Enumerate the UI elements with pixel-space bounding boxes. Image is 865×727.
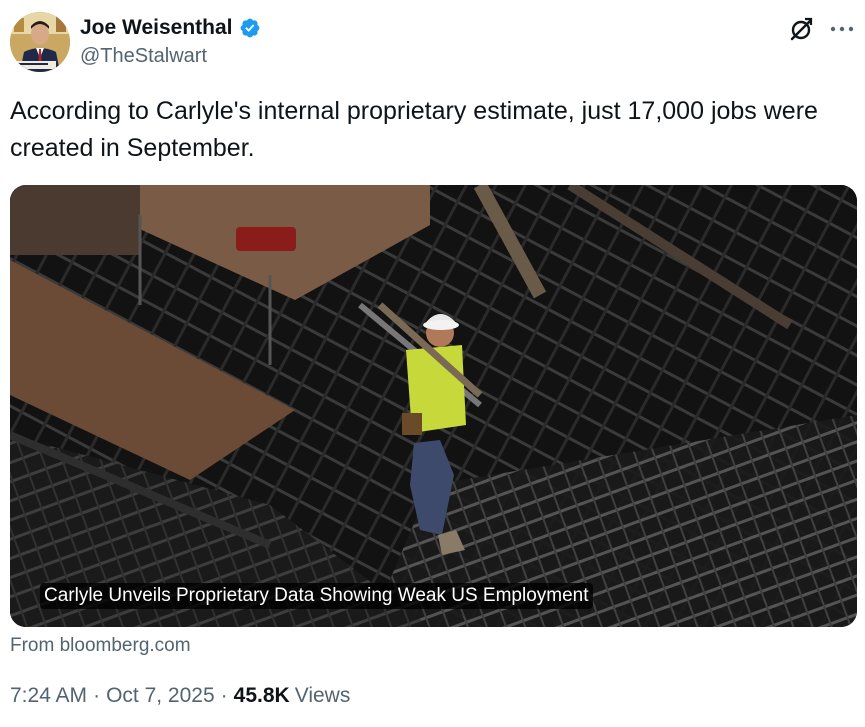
tweet-text: According to Carlyle's internal propriet…: [10, 97, 818, 162]
link-card-title: Carlyle Unveils Proprietary Data Showing…: [40, 583, 593, 609]
views-label: Views: [294, 684, 351, 707]
grok-icon[interactable]: [787, 16, 815, 44]
link-card[interactable]: Carlyle Unveils Proprietary Data Showing…: [10, 185, 857, 627]
meta-separator: ·: [220, 684, 228, 707]
tweet-time[interactable]: 7:24 AM: [10, 684, 87, 708]
display-name[interactable]: Joe Weisenthal: [80, 15, 233, 41]
handle[interactable]: @TheStalwart: [80, 45, 207, 68]
views-count[interactable]: 45.8K: [234, 684, 290, 708]
more-horizontal-icon[interactable]: [829, 18, 855, 40]
link-source[interactable]: From bloomberg.com: [10, 635, 191, 657]
meta-separator: ·: [93, 684, 101, 707]
construction-worker-image: [10, 185, 857, 627]
avatar[interactable]: [10, 12, 70, 72]
tweet-meta: 7:24 AM · Oct 7, 2025 · 45.8K Views: [10, 684, 350, 708]
profile-photo-icon: [10, 12, 70, 72]
tweet-header: Joe Weisenthal @TheStalwart: [10, 12, 855, 74]
tweet-date[interactable]: Oct 7, 2025: [106, 684, 215, 708]
name-row: Joe Weisenthal: [80, 15, 261, 41]
verified-badge-icon[interactable]: [239, 17, 261, 39]
